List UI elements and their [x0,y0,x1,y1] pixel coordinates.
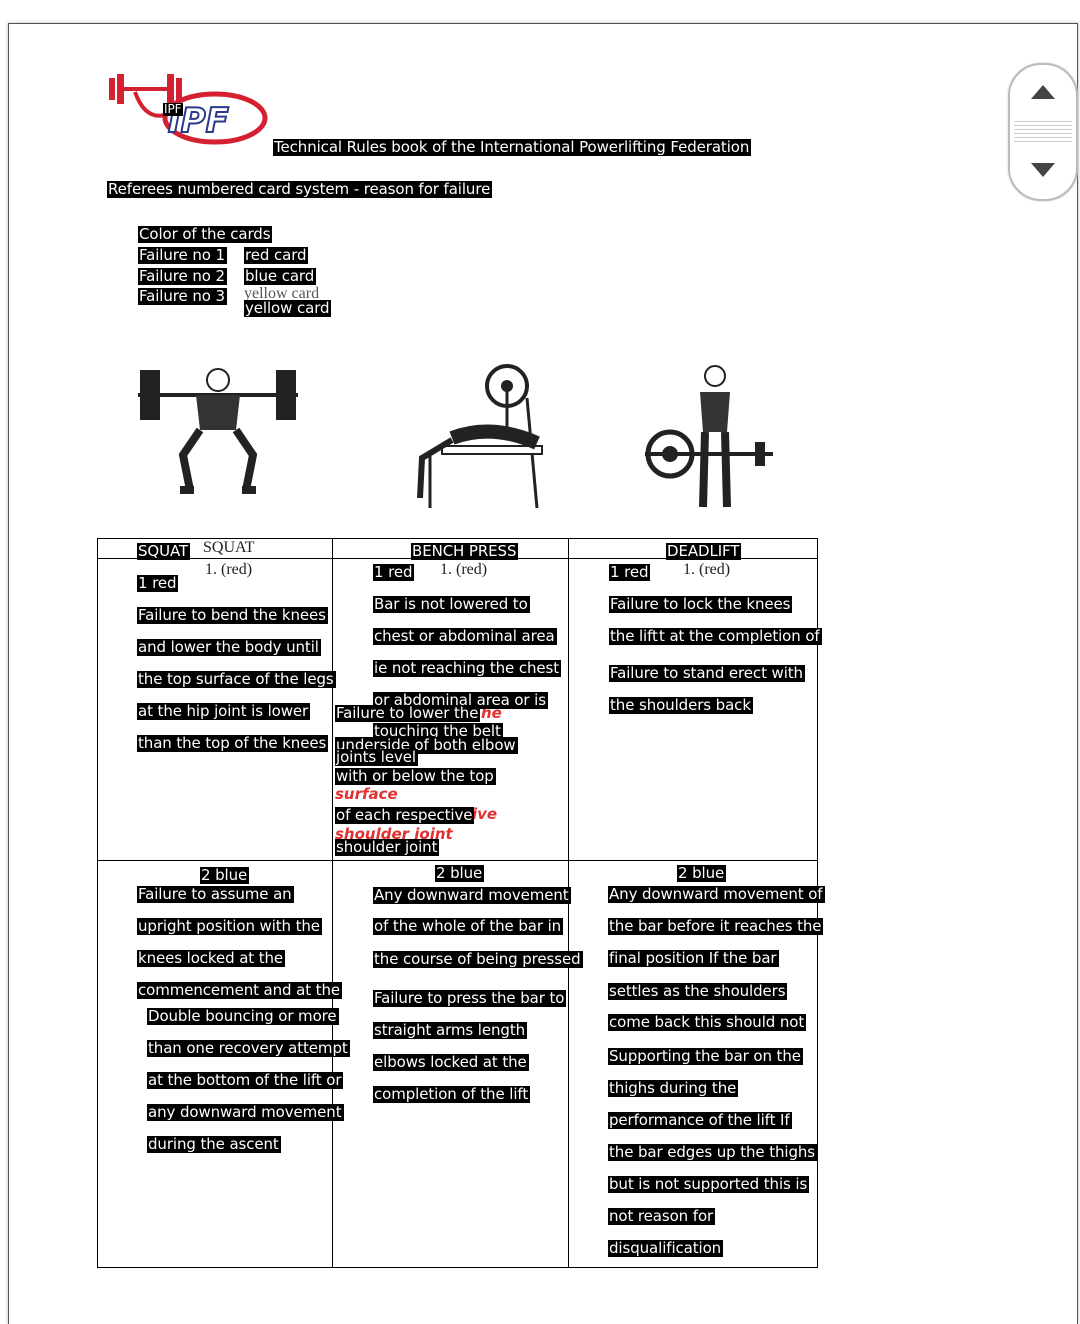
reason-line: any downward movement [147,1103,344,1121]
deadlift-illustration [645,365,773,508]
reason-line: than the top of the knees [137,734,329,752]
failure-label: Failure no 1 [138,246,227,264]
reason-line: joints level [335,748,418,766]
reason-line: come back this should not [608,1013,807,1031]
failure-label: Failure no 2 [138,267,227,285]
triangle-down-icon[interactable] [1031,163,1055,177]
card-label: blue card [244,267,317,285]
reason-line: Double bouncing or more [147,1007,339,1025]
squat-illustration [138,368,298,494]
blue-card-label: 2 blue [200,866,250,884]
reason-line: settles as the shoulders [608,982,788,1000]
reason-line: knees locked at the [137,949,286,967]
reason-line: Supporting the bar on the [608,1047,803,1065]
column-header-deadlift: DEADLIFT [666,542,742,560]
red-card-label: 1 red [373,563,415,581]
ipf-logo: IPF [109,74,268,145]
reason-line: Any downward movement of [608,885,825,903]
column-header-bench-press: BENCH PRESS [411,542,519,560]
reason-line: disqualification [608,1239,724,1257]
reason-line: straight arms length [373,1021,528,1039]
reason-line: with or below the top [335,767,496,785]
column-header-underlying: SQUAT [203,539,255,556]
card-label: yellow card [244,299,332,317]
red-text-fragment: ive [472,805,498,823]
cards-heading: Color of the cards [138,225,273,243]
blue-card-label: 2 blue [677,864,727,882]
failure-number: 1. (red) [205,561,253,578]
reason-line: Failure to lock the knees [609,595,793,613]
reason-line: the course of being pressed [373,950,583,968]
document-title: Technical Rules book of the Internationa… [273,138,752,156]
failure-label: Failure no 3 [138,287,227,305]
red-card-label: 1 red [609,563,651,581]
reason-line: than one recovery attempt [147,1039,350,1057]
reason-line: Failure to bend the knees [137,606,328,624]
reason-line: Failure to press the bar to [373,989,567,1007]
reason-line: thighs during the [608,1079,739,1097]
reason-line: the shoulders back [609,696,753,714]
reason-line: the bar edges up the thighs [608,1143,817,1161]
reason-line: of each respective [335,806,475,824]
reason-line: upright position with the [137,917,322,935]
page-scroll-control[interactable] [1008,63,1078,201]
red-card-label: 1 red [137,574,179,592]
reason-line: performance of the lift If [608,1111,792,1129]
reason-line: shoulder joint [335,838,440,856]
card-label: red card [244,246,309,264]
reason-line: at the hip joint is lower [137,702,311,720]
reason-line: Bar is not lowered to [373,595,530,613]
reason-line: the lift [609,627,660,645]
reason-line: final position If the bar [608,949,779,967]
reason-line: t at the completion of [658,627,822,645]
reason-line: Failure to lower the [335,704,481,722]
reason-line: during the ascent [147,1135,281,1153]
failure-number: 1. (red) [683,561,731,578]
reason-line: the top surface of the legs [137,670,336,688]
reason-line: but is not supported this is [608,1175,810,1193]
triangle-up-icon[interactable] [1031,85,1055,99]
reason-line: of the whole of the bar in [373,917,564,935]
reason-line: Failure to stand erect with [609,664,805,682]
reason-line: Any downward movement [373,886,571,904]
blue-card-label: 2 blue [435,864,485,882]
failure-number: 1. (red) [440,561,488,578]
reason-line: the bar before it reaches the [608,917,824,935]
reason-line: commencement and at the [137,981,343,999]
reason-line: not reason for [608,1207,716,1225]
reason-line: chest or abdominal area [373,627,557,645]
reason-line: elbows locked at the [373,1053,529,1071]
reason-line: Failure to assume an [137,885,294,903]
column-header-squat: SQUAT [137,542,191,560]
reason-line: at the bottom of the lift or [147,1071,344,1089]
section-heading: Referees numbered card system - reason f… [107,180,493,198]
bench-press-illustration [417,364,543,509]
logo-ocr-label: IPF [163,102,184,116]
red-text-fragment: surface [335,785,398,803]
reason-line: and lower the body until [137,638,321,656]
reason-line: completion of the lift [373,1085,531,1103]
reason-line: ie not reaching the chest [373,659,562,677]
